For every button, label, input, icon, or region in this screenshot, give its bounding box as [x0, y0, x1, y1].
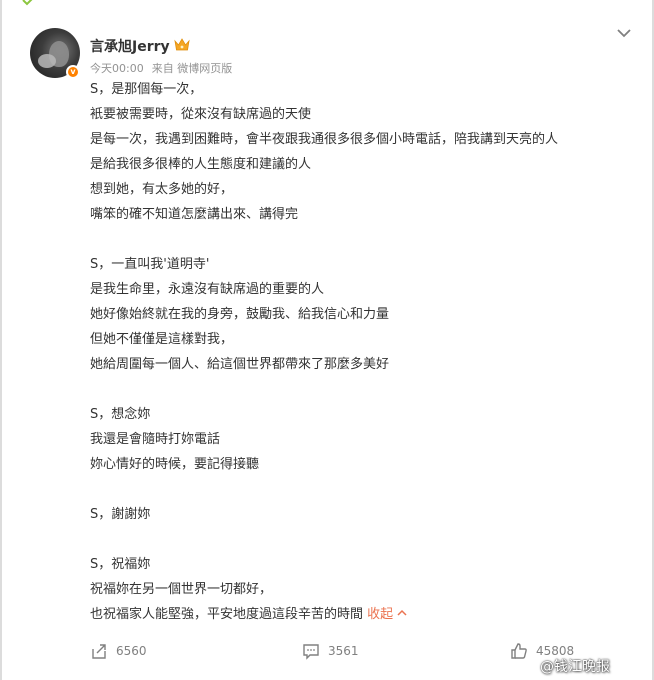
avatar-hand: [38, 54, 56, 68]
author-name[interactable]: 言承旭Jerry: [90, 36, 170, 56]
post-line: S，想念妳: [90, 407, 151, 422]
post-line: S，祝福妳: [90, 557, 151, 572]
collapse-link[interactable]: 收起: [367, 607, 407, 622]
crown-icon[interactable]: [174, 37, 190, 52]
left-frame-border: [0, 0, 2, 680]
post-line-last: 也祝福家人能堅強，平安地度過這段辛苦的時間 收起: [90, 605, 407, 625]
like-icon: [511, 643, 527, 659]
post-line: S，是那個每一次，: [90, 82, 203, 97]
post-line: 她好像始終就在我的身旁，鼓勵我、給我信心和力量: [90, 307, 390, 322]
comment-count: 3561: [328, 644, 359, 658]
post-line: S，一直叫我'道明寺': [90, 257, 210, 272]
post-line: 是每一次，我遇到困難時，會半夜跟我通很多很多個小時電話，陪我講到天亮的人: [90, 132, 559, 147]
verified-badge-icon: v: [66, 65, 80, 79]
post-line: 她給周圍每一個人、給這個世界都帶來了那麼多美好: [90, 357, 390, 372]
comment-icon: [303, 644, 319, 660]
post-header: v 言承旭Jerry 今天00:00 来自 微博网页版: [30, 28, 632, 80]
post-line: 妳心情好的時候，要記得接聽: [90, 457, 260, 472]
post-line: S，謝謝妳: [90, 507, 151, 522]
post-line: 我還是會隨時打妳電話: [90, 432, 221, 447]
watermark: @钱江晚报: [540, 656, 610, 676]
watermark-text: @钱江晚报: [540, 659, 610, 675]
post-meta: 今天00:00 来自 微博网页版: [90, 60, 232, 76]
post-source: 来自 微博网页版: [151, 62, 233, 75]
post-line: 是我生命里，永遠沒有缺席過的重要的人: [90, 282, 325, 297]
post-line: 但她不僅僅是這樣對我，: [90, 332, 234, 347]
repost-icon: [92, 644, 106, 659]
chevron-down-icon[interactable]: [616, 28, 632, 38]
post-timestamp[interactable]: 今天00:00: [90, 62, 144, 75]
chevron-up-icon: [397, 609, 407, 616]
post-line: 祝福妳在另一個世界一切都好，: [90, 582, 273, 597]
post-line: 是給我很多很棒的人生態度和建議的人: [90, 157, 312, 172]
post-line: 衹要被需要時，從來沒有缺席過的天使: [90, 107, 312, 122]
repost-count: 6560: [116, 644, 147, 658]
check-icon: [22, 0, 33, 6]
post-line: 嘴笨的確不知道怎麼講出來、講得完: [90, 207, 299, 222]
collapse-label: 收起: [367, 607, 394, 622]
post-line: 想到她，有太多她的好，: [90, 182, 234, 197]
post-line: 也祝福家人能堅強，平安地度過這段辛苦的時間: [90, 607, 364, 622]
